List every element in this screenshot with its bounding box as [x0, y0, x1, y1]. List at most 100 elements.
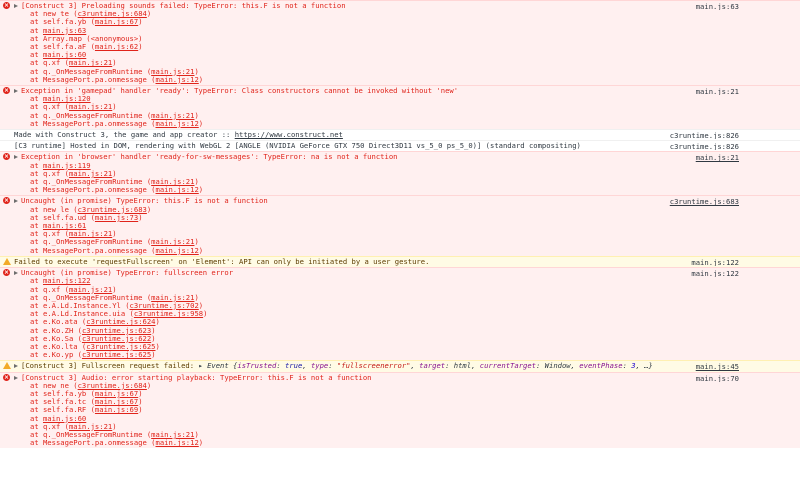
- console-panel: × [Construct 3] Preloading sounds failed:…: [0, 0, 800, 484]
- stack-frame-link[interactable]: main.js:73: [95, 213, 138, 222]
- source-link[interactable]: main.js:21: [696, 154, 739, 162]
- message-header: Made with Construct 3, the game and app …: [0, 131, 800, 139]
- stack-frame: at main.js:63: [30, 25, 87, 35]
- error-icon: ×: [3, 153, 10, 161]
- stack-frame: at main.js:120: [30, 94, 91, 104]
- expand-triangle-icon[interactable]: [14, 271, 18, 276]
- message-text: Uncaught (in promise) TypeError: this.F …: [21, 197, 268, 206]
- message-text: [Construct 3] Preloading sounds failed: …: [21, 2, 346, 10]
- warning-icon: [3, 362, 11, 370]
- stack-frame-link[interactable]: c3runtime.js:625: [82, 350, 151, 359]
- stack-frame: at main.js:122: [30, 276, 91, 286]
- stack-frame: at MessagePort.pa.onmessage (main.js:12): [30, 438, 204, 448]
- expand-triangle-icon[interactable]: [14, 4, 18, 8]
- object-key: eventPhase: [579, 362, 623, 371]
- error-icon: ×: [3, 2, 10, 9]
- console-message-error: × Uncaught (in promise) TypeError: fullsc…: [0, 267, 800, 361]
- stack-frame-link[interactable]: main.js:12: [156, 75, 199, 84]
- stack-frame: at MessagePort.pa.onmessage (main.js:12): [30, 74, 204, 84]
- stack-frame: at main.js:61: [30, 221, 87, 231]
- message-header[interactable]: × [Construct 3] Audio: error starting pla…: [0, 373, 800, 382]
- source-link[interactable]: c3runtime.js:826: [670, 143, 739, 151]
- error-icon: ×: [3, 87, 10, 95]
- stack-frame-link[interactable]: main.js:12: [156, 119, 199, 128]
- object-value: 3: [631, 362, 636, 371]
- stack-frame-link[interactable]: main.js:67: [95, 17, 138, 26]
- message-text: [Construct 3] Fullscreen request failed:: [21, 362, 199, 371]
- console-message-error: × Exception in 'gamepad' handler 'ready':…: [0, 85, 800, 130]
- stack-frame: at main.js:60: [30, 413, 87, 423]
- stack-frame: at self.fa.tc (main.js:67): [30, 397, 143, 407]
- console-message-error: × [Construct 3] Preloading sounds failed:…: [0, 0, 800, 86]
- source-link[interactable]: main.js:122: [691, 269, 739, 277]
- expand-triangle-icon[interactable]: [14, 199, 18, 204]
- stack-frame: at self.fa.yb (main.js:67): [30, 17, 143, 27]
- stack-frame: at self.fa.RF (main.js:69): [30, 405, 143, 415]
- expand-triangle-icon[interactable]: [14, 375, 18, 380]
- stack-trace: at main.js:120 at q.xf (main.js:21) at q._…: [0, 95, 800, 128]
- stack-frame: at MessagePort.pa.onmessage (main.js:12): [30, 118, 204, 128]
- message-header: Failed to execute 'requestFullscreen' on…: [0, 257, 800, 266]
- error-icon: ×: [3, 197, 10, 205]
- expand-triangle-icon[interactable]: [14, 155, 18, 160]
- message-header[interactable]: × Uncaught (in promise) TypeError: this.F…: [0, 197, 800, 206]
- stack-frame-link[interactable]: main.js:12: [156, 185, 199, 194]
- stack-frame: at e.Ko.yp (c3runtime.js:625): [30, 350, 156, 360]
- expand-triangle-icon[interactable]: [14, 89, 18, 94]
- warning-icon: [3, 257, 11, 265]
- stack-frame: at self.fa.yb (main.js:67): [30, 388, 143, 398]
- console-message-log: [C3 runtime] Hosted in DOM, rendering wi…: [0, 140, 800, 152]
- console-message-warn: Failed to execute 'requestFullscreen' on…: [0, 255, 800, 268]
- stack-frame: at Array.map (<anonymous>): [30, 33, 143, 43]
- message-link[interactable]: https://www.construct.net: [235, 131, 343, 139]
- source-link[interactable]: main.js:21: [696, 87, 739, 95]
- stack-frame: at main.js:119: [30, 160, 91, 170]
- stack-trace: at main.js:122 at q.xf (main.js:21) at q._…: [0, 277, 800, 359]
- event-object-preview[interactable]: ▸ Event {isTrusted: true, type: "fullscr…: [198, 362, 652, 370]
- message-text: [C3 runtime] Hosted in DOM, rendering wi…: [14, 142, 581, 151]
- source-link[interactable]: main.js:122: [691, 258, 739, 266]
- stack-frame: at main.js:60: [30, 50, 87, 60]
- object-value: Window: [544, 362, 571, 371]
- stack-frame: at new te (c3runtime.js:684): [30, 9, 152, 19]
- stack-frame: at self.fa.ud (main.js:73): [30, 212, 143, 222]
- console-message-warn: [Construct 3] Fullscreen request failed:…: [0, 360, 800, 372]
- stack-trace: at new te (c3runtime.js:684) at self.fa.y…: [0, 9, 800, 84]
- object-value: html: [453, 362, 472, 371]
- message-text: Failed to execute 'requestFullscreen' on…: [14, 257, 430, 266]
- error-icon: ×: [3, 373, 10, 381]
- stack-frame-link[interactable]: main.js:62: [95, 42, 138, 51]
- message-header: [Construct 3] Fullscreen request failed:…: [0, 362, 800, 371]
- source-link[interactable]: main.js:63: [696, 2, 739, 10]
- console-message-error: × [Construct 3] Audio: error starting pla…: [0, 371, 800, 449]
- stack-frame-link[interactable]: main.js:12: [156, 438, 199, 447]
- stack-frame: at MessagePort.pa.onmessage (main.js:12): [30, 245, 204, 255]
- message-text: [Construct 3] Audio: error starting play…: [21, 373, 372, 382]
- object-key: isTrusted: [237, 362, 277, 371]
- message-header[interactable]: × [Construct 3] Preloading sounds failed:…: [0, 2, 800, 10]
- message-text: Exception in 'browser' handler 'ready-fo…: [21, 153, 398, 162]
- stack-trace: at main.js:119 at q.xf (main.js:21) at q._…: [0, 160, 800, 195]
- source-link[interactable]: c3runtime.js:683: [670, 198, 739, 206]
- message-header[interactable]: × Exception in 'gamepad' handler 'ready':…: [0, 87, 800, 95]
- stack-frame: at new ne (c3runtime.js:684): [30, 380, 152, 390]
- source-link[interactable]: c3runtime.js:826: [670, 131, 739, 139]
- stack-trace: at new ne (c3runtime.js:684) at self.fa.y…: [0, 380, 800, 448]
- console-message-error: × Uncaught (in promise) TypeError: this.F…: [0, 195, 800, 256]
- object-value: true: [284, 362, 303, 371]
- stack-frame-link[interactable]: main.js:12: [156, 246, 199, 255]
- message-text: Uncaught (in promise) TypeError: fullscr…: [21, 269, 234, 278]
- message-text: Exception in 'gamepad' handler 'ready': …: [21, 87, 459, 96]
- message-header[interactable]: × Exception in 'browser' handler 'ready-f…: [0, 153, 800, 162]
- message-header[interactable]: × Uncaught (in promise) TypeError: fullsc…: [0, 269, 800, 277]
- console-message-log: Made with Construct 3, the game and app …: [0, 129, 800, 141]
- source-link[interactable]: main.js:45: [696, 363, 739, 371]
- object-value: "fullscreenerror": [336, 362, 411, 371]
- stack-frame: at new le (c3runtime.js:683): [30, 204, 152, 214]
- source-link[interactable]: main.js:70: [696, 374, 739, 382]
- object-key: target: [419, 362, 446, 371]
- stack-trace: at new le (c3runtime.js:683) at self.fa.u…: [0, 204, 800, 255]
- stack-frame-link[interactable]: main.js:69: [95, 405, 138, 414]
- console-message-error: × Exception in 'browser' handler 'ready-f…: [0, 151, 800, 196]
- expand-triangle-icon[interactable]: [14, 364, 18, 369]
